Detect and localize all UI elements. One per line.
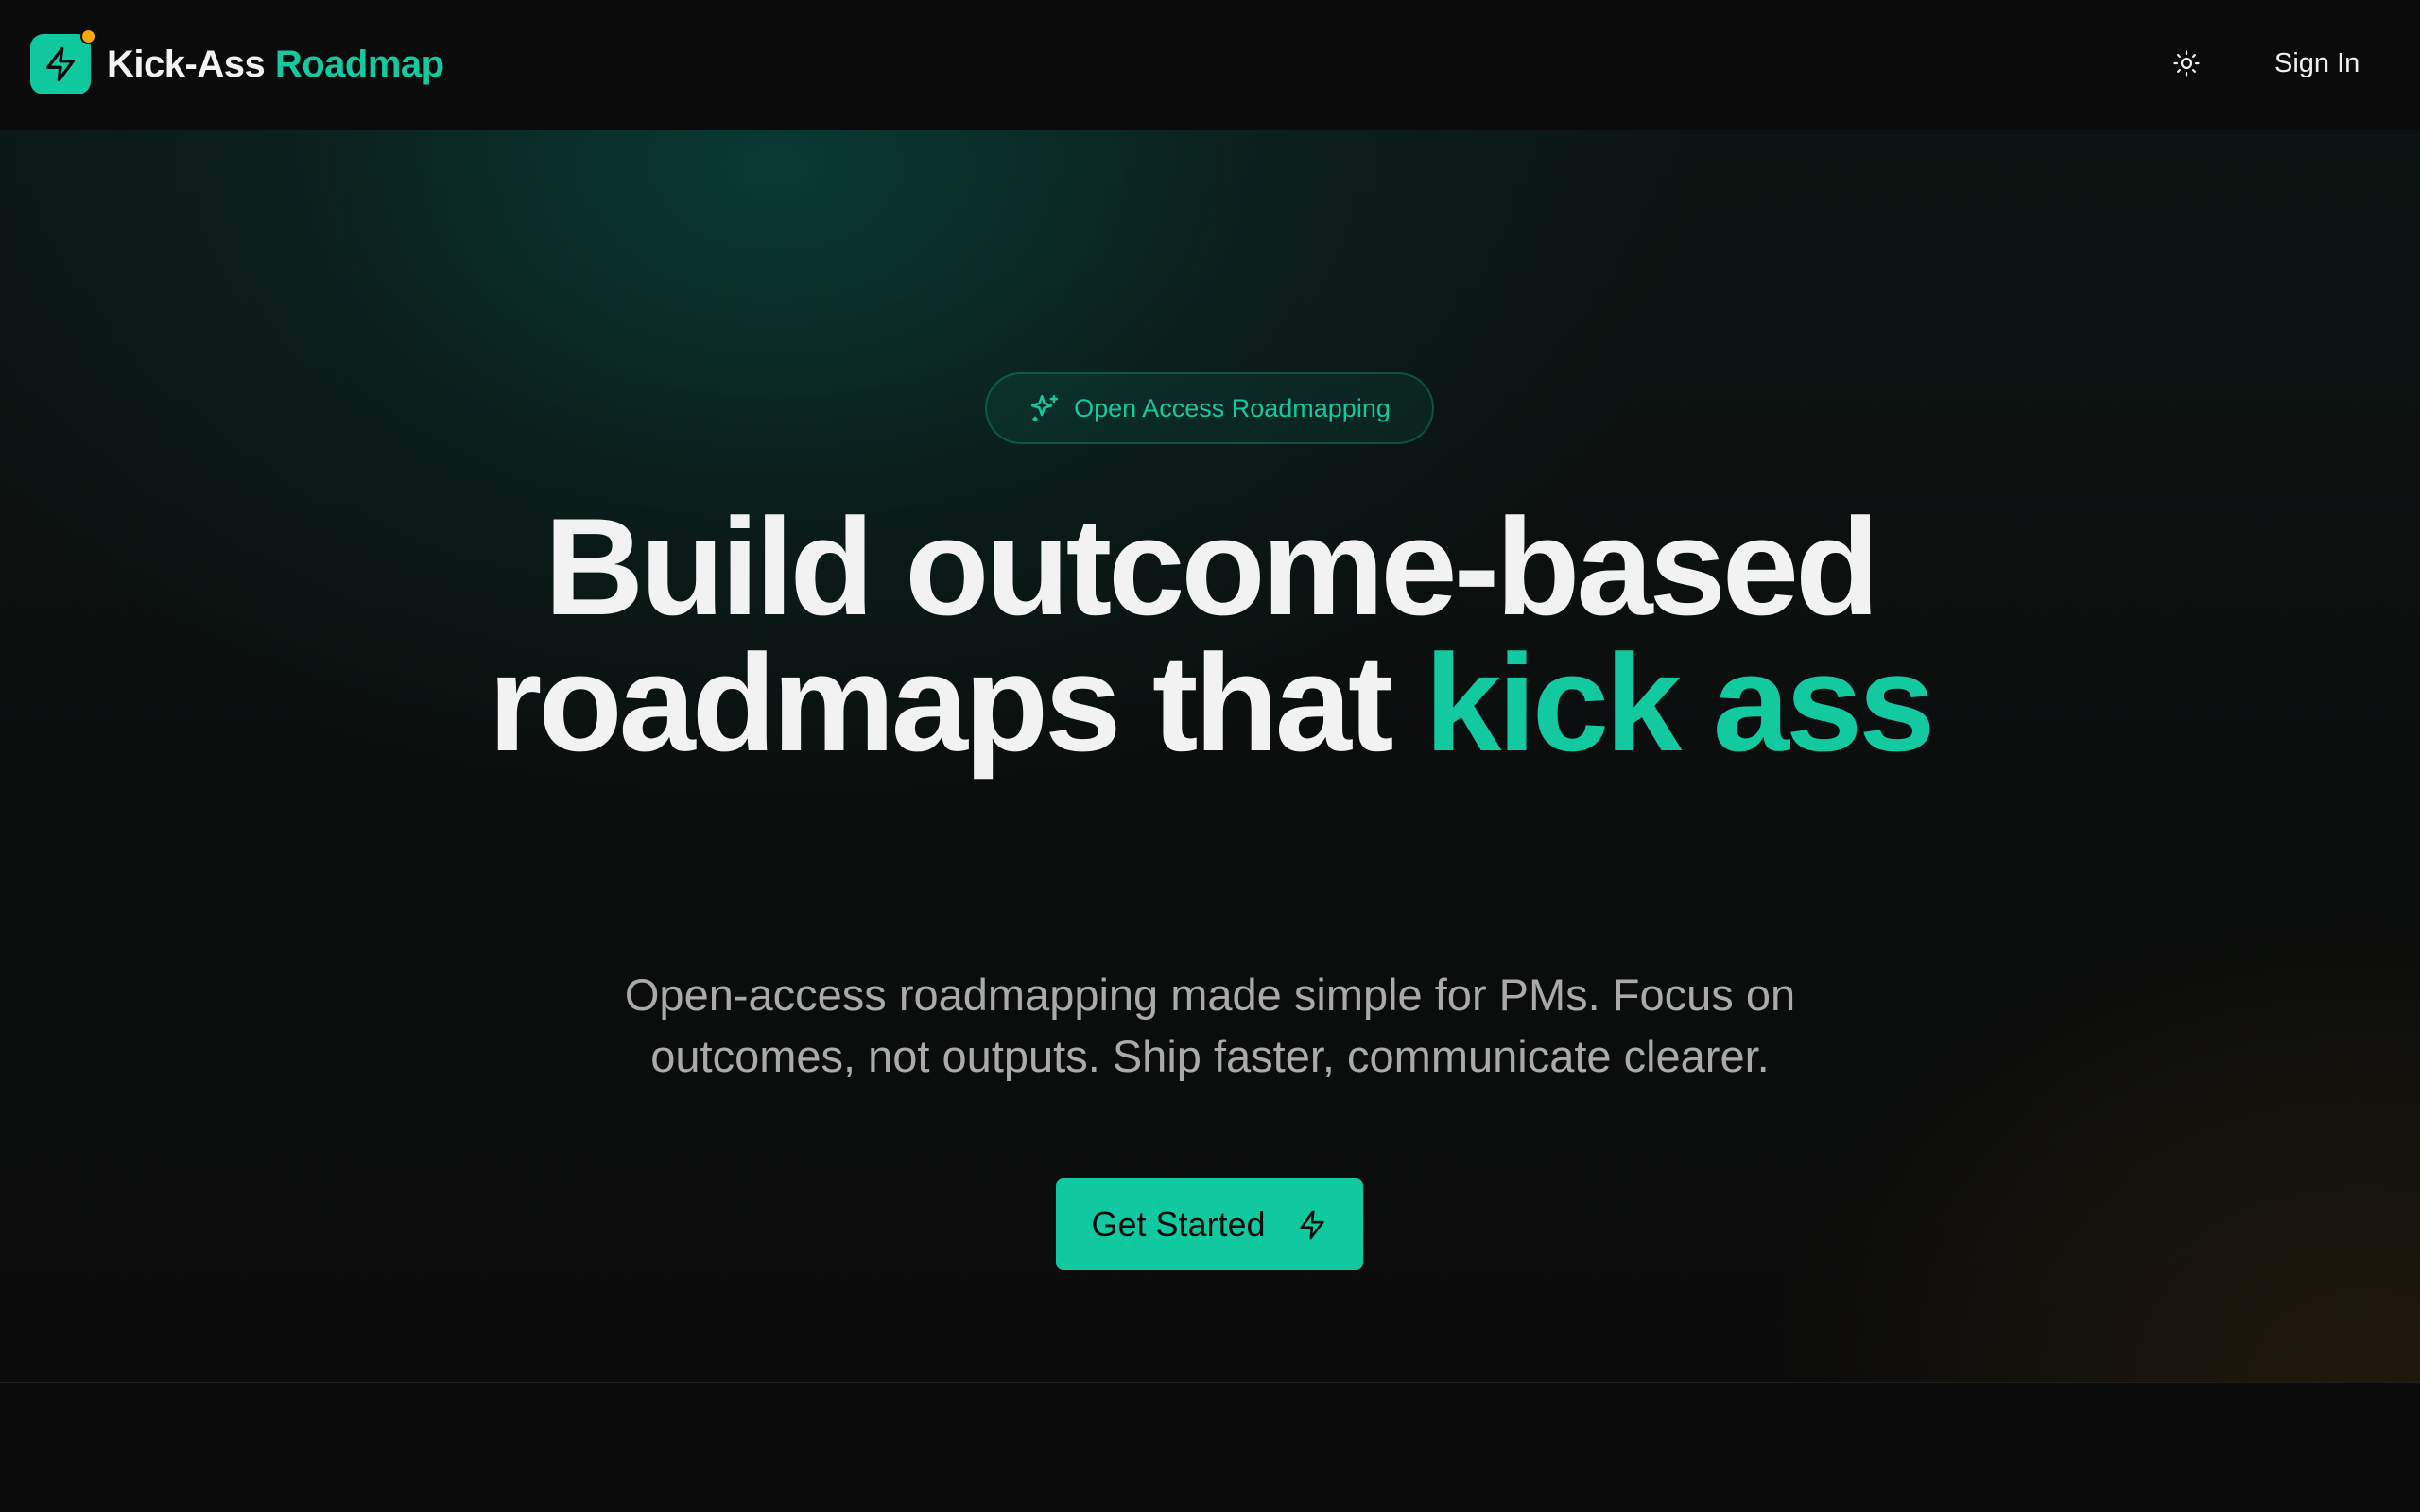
- sun-icon: [2173, 50, 2200, 77]
- brand-name-part1: Kick-Ass: [107, 43, 266, 85]
- lightning-bolt-icon: [46, 46, 76, 82]
- sign-in-button[interactable]: Sign In: [2250, 40, 2384, 87]
- hero-headline: Build outcome-based roadmaps that kick a…: [0, 498, 2420, 772]
- notification-dot: [80, 28, 96, 44]
- logo-badge: [30, 28, 96, 94]
- brand-name: Kick-Ass Roadmap: [107, 43, 444, 86]
- open-access-badge: Open Access Roadmapping: [985, 372, 1434, 444]
- theme-toggle-button[interactable]: [2165, 42, 2208, 85]
- headline-line2: roadmaps that: [488, 626, 1426, 780]
- brand-name-part2: Roadmap: [274, 43, 444, 85]
- headline-line1: Build outcome-based: [544, 490, 1879, 644]
- brand-logo[interactable]: Kick-Ass Roadmap: [30, 28, 444, 94]
- get-started-label: Get Started: [1091, 1204, 1266, 1244]
- sparkles-icon: [1028, 392, 1061, 424]
- hero-section: Open Access Roadmapping Build outcome-ba…: [0, 130, 2420, 1383]
- badge-label: Open Access Roadmapping: [1074, 393, 1391, 422]
- get-started-button[interactable]: Get Started: [1056, 1178, 1363, 1270]
- lightning-bolt-icon: [1296, 1209, 1328, 1241]
- headline-accent: kick ass: [1425, 626, 1935, 780]
- top-navbar: Kick-Ass Roadmap Sign In: [0, 0, 2420, 129]
- hero-subtitle: Open-access roadmapping made simple for …: [624, 970, 1796, 1081]
